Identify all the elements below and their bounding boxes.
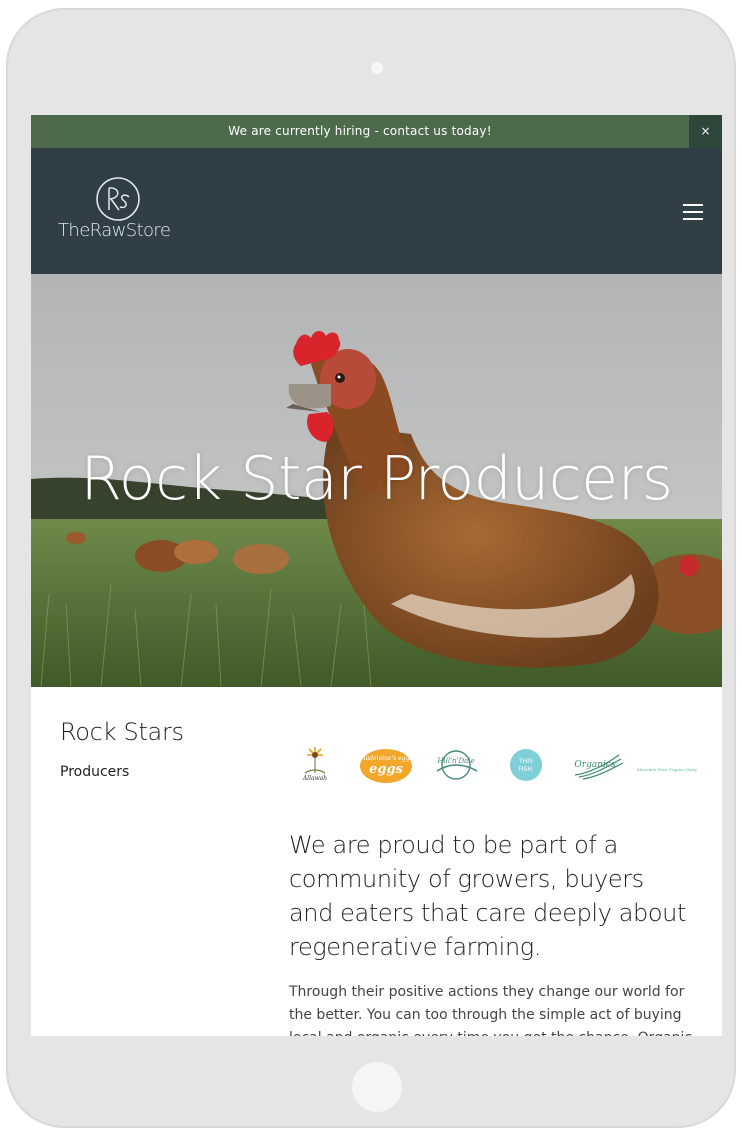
- intro-heading: We are proud to be part of a community o…: [289, 831, 686, 961]
- intro-body-text: Through their positive actions they chan…: [289, 984, 692, 1036]
- announcement-bar: We are currently hiring - contact us tod…: [31, 115, 722, 148]
- sidebar-title: Rock Stars: [60, 718, 184, 746]
- site-header: TheRawStore: [31, 148, 722, 274]
- screen: We are currently hiring - contact us tod…: [31, 115, 722, 1036]
- tablet-frame: We are currently hiring - contact us tod…: [6, 8, 736, 1128]
- hill-n-dale-logo[interactable]: Hill'n'Dale: [436, 750, 478, 780]
- svg-text:FISH.: FISH.: [518, 766, 533, 773]
- logo-wordmark: TheRawStore: [58, 220, 171, 241]
- producer-logo-strip: Allawah Madeleine's eggs eggs Hill'n'Dal…: [289, 743, 699, 787]
- script-producer-logo[interactable]: Mountain Pure Organic Dairy: [636, 767, 698, 772]
- hero-title: Rock Star Producers: [80, 444, 673, 514]
- svg-text:Hill'n'Dale: Hill'n'Dale: [436, 757, 474, 765]
- sidebar-subtitle: Producers: [60, 764, 130, 780]
- svg-text:Mountain Pure Organic Dairy: Mountain Pure Organic Dairy: [636, 767, 698, 772]
- announcement-close-button[interactable]: ×: [689, 115, 722, 148]
- home-button[interactable]: [352, 1062, 402, 1112]
- hero-banner: Rock Star Producers: [31, 274, 722, 687]
- sunflower-producer-logo[interactable]: Allawah: [302, 747, 327, 782]
- rs-monogram-icon: [96, 177, 140, 221]
- this-fish-logo[interactable]: THIS FISH.: [510, 749, 542, 781]
- svg-text:Allawah: Allawah: [302, 775, 327, 782]
- organics-logo[interactable]: Organics: [574, 754, 624, 780]
- svg-text:THIS: THIS: [518, 758, 533, 765]
- site-logo[interactable]: TheRawStore: [58, 175, 178, 250]
- announcement-link[interactable]: We are currently hiring - contact us tod…: [31, 115, 689, 148]
- hamburger-menu-icon[interactable]: [683, 204, 705, 222]
- madeleines-eggs-logo[interactable]: Madeleine's eggs eggs: [359, 749, 413, 783]
- camera-dot: [371, 62, 383, 74]
- svg-text:Madeleine's eggs: Madeleine's eggs: [359, 755, 413, 762]
- svg-text:eggs: eggs: [369, 762, 403, 777]
- main-content: Rock Stars Producers Allawah Madeleine's…: [31, 687, 722, 1036]
